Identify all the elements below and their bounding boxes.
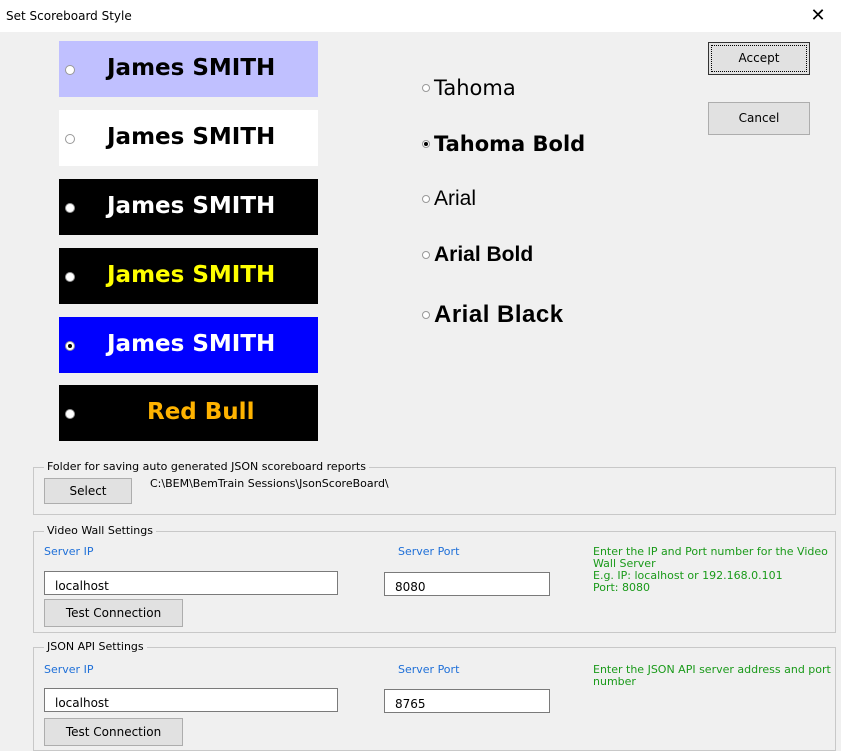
- title-bar: Set Scoreboard Style ✕: [0, 0, 841, 32]
- font-label: Tahoma Bold: [434, 132, 586, 156]
- radio-button[interactable]: [422, 195, 430, 203]
- font-option-arial-black[interactable]: Arial Black: [422, 301, 564, 329]
- folder-group-label: Folder for saving auto generated JSON sc…: [44, 460, 369, 473]
- radio-button[interactable]: [65, 203, 75, 213]
- font-label: Arial Black: [434, 301, 564, 328]
- radio-button[interactable]: [422, 84, 430, 92]
- select-folder-button[interactable]: Select: [44, 478, 132, 504]
- radio-button[interactable]: [65, 65, 75, 75]
- style-option-black-yellow[interactable]: James SMITH: [59, 248, 318, 304]
- style-option-black-white[interactable]: James SMITH: [59, 179, 318, 235]
- help-line: number: [593, 675, 636, 688]
- radio-button[interactable]: [65, 134, 75, 144]
- style-preview-name: James SMITH: [107, 55, 276, 81]
- font-option-tahoma[interactable]: Tahoma: [422, 76, 516, 100]
- json-api-help-text: Enter the JSON API server address and po…: [593, 664, 833, 688]
- video-wall-group-label: Video Wall Settings: [44, 524, 156, 537]
- style-preview-name: James SMITH: [107, 124, 276, 150]
- folder-path: C:\BEM\BemTrain Sessions\JsonScoreBoard\: [150, 477, 389, 490]
- json-api-group-label: JSON API Settings: [44, 640, 147, 653]
- server-port-input[interactable]: 8765: [384, 689, 550, 713]
- style-preview-name: James SMITH: [107, 331, 276, 357]
- style-preview-name: Red Bull: [147, 399, 255, 425]
- font-label: Arial Bold: [434, 243, 534, 266]
- radio-button-selected[interactable]: [422, 140, 430, 148]
- test-connection-button[interactable]: Test Connection: [44, 599, 183, 627]
- close-icon[interactable]: ✕: [795, 0, 841, 32]
- font-option-arial-bold[interactable]: Arial Bold: [422, 243, 533, 267]
- server-ip-input[interactable]: localhost: [44, 688, 338, 712]
- font-option-arial[interactable]: Arial: [422, 187, 476, 211]
- test-connection-button[interactable]: Test Connection: [44, 718, 183, 746]
- radio-button[interactable]: [65, 409, 75, 419]
- accept-button[interactable]: Accept: [708, 42, 810, 75]
- server-ip-label: Server IP: [44, 545, 94, 558]
- cancel-button[interactable]: Cancel: [708, 102, 810, 135]
- help-line: Port: 8080: [593, 581, 651, 594]
- radio-button[interactable]: [65, 272, 75, 282]
- font-label: Arial: [434, 187, 477, 210]
- font-label: Tahoma: [434, 76, 516, 100]
- radio-button[interactable]: [422, 251, 430, 259]
- window-title: Set Scoreboard Style: [6, 9, 132, 23]
- style-preview-name: James SMITH: [107, 262, 276, 288]
- style-preview-name: James SMITH: [107, 193, 276, 219]
- folder-groupbox: [33, 467, 836, 515]
- server-port-input[interactable]: 8080: [384, 572, 550, 596]
- radio-button-selected[interactable]: [65, 341, 75, 351]
- style-option-blue[interactable]: James SMITH: [59, 317, 318, 373]
- font-option-tahoma-bold[interactable]: Tahoma Bold: [422, 132, 585, 156]
- radio-button[interactable]: [422, 311, 430, 319]
- server-port-label: Server Port: [398, 663, 460, 676]
- style-option-lavender[interactable]: James SMITH: [59, 41, 318, 97]
- style-option-red-bull[interactable]: Red Bull: [59, 385, 318, 441]
- server-ip-label: Server IP: [44, 663, 94, 676]
- server-port-label: Server Port: [398, 545, 460, 558]
- video-wall-help-text: Enter the IP and Port number for the Vid…: [593, 546, 833, 594]
- server-ip-input[interactable]: localhost: [44, 571, 338, 595]
- style-option-white[interactable]: James SMITH: [59, 110, 318, 166]
